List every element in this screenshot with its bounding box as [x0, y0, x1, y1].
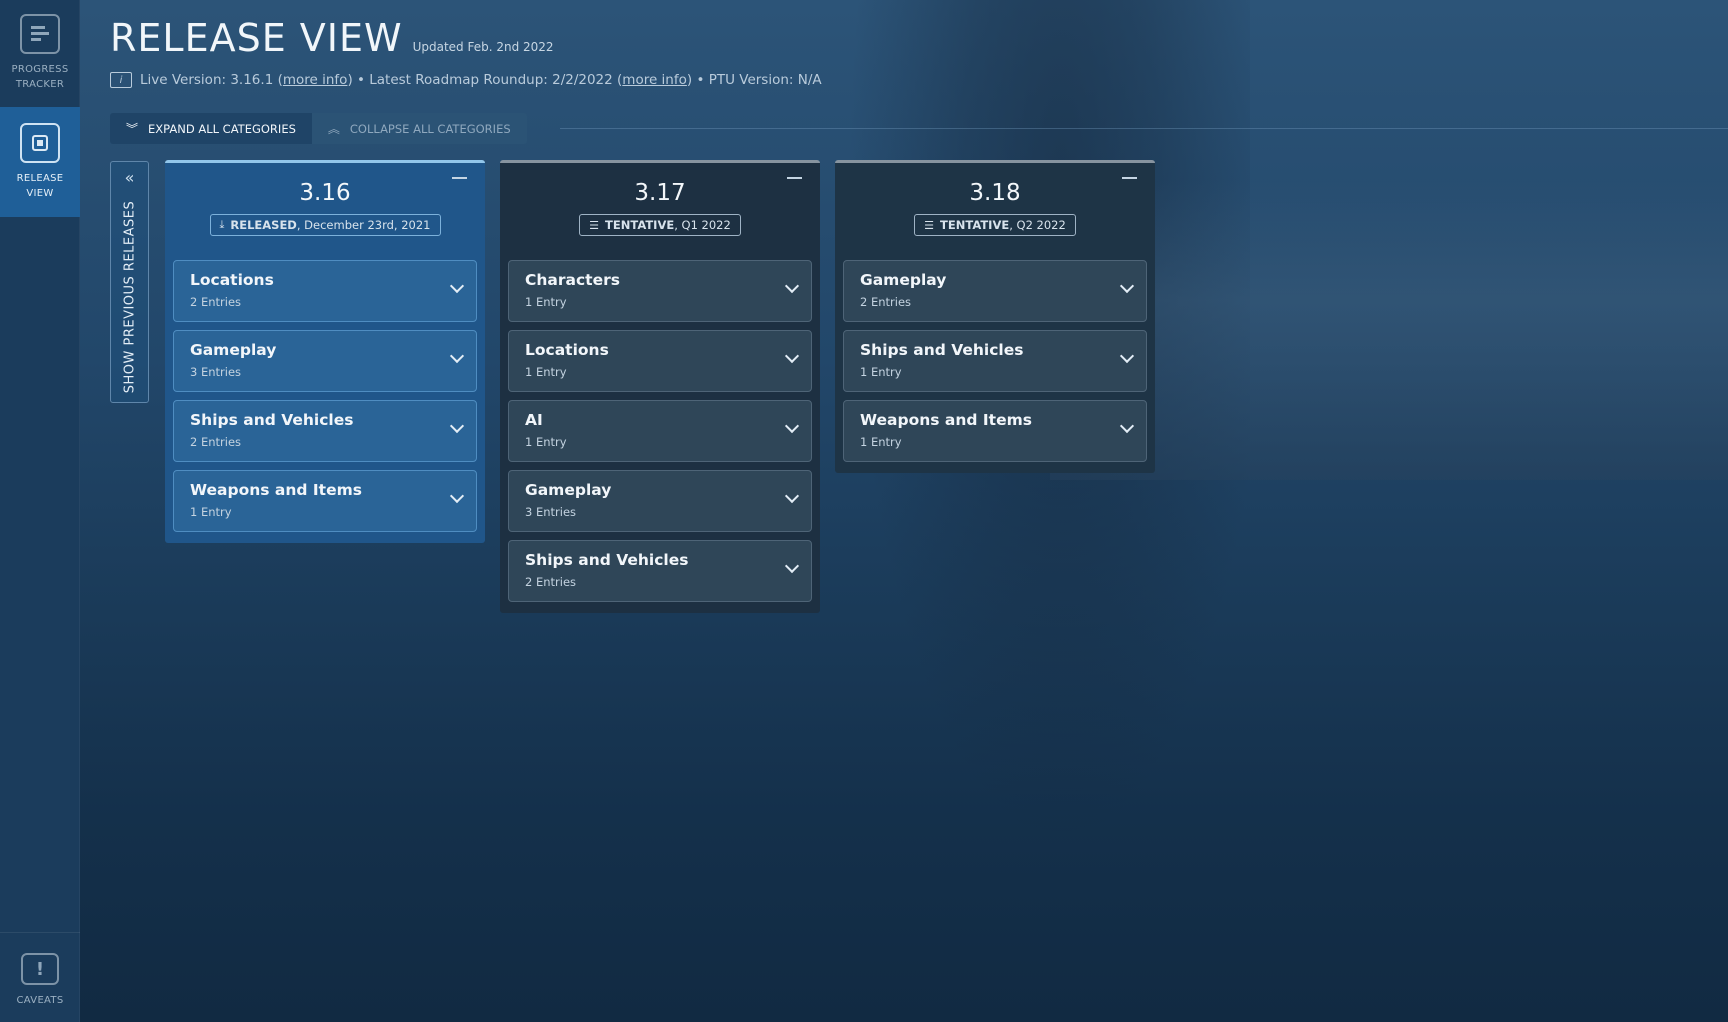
collapse-all-button[interactable]: ︽ COLLAPSE ALL CATEGORIES — [311, 113, 527, 144]
category-card[interactable]: Gameplay 2 Entries — [843, 260, 1147, 322]
expand-all-button[interactable]: ︾ EXPAND ALL CATEGORIES — [110, 113, 312, 144]
release-header: 3.16 ⤓ RELEASED , December 23rd, 2021 — [173, 163, 477, 260]
status-badge: ☰ TENTATIVE , Q2 2022 — [914, 214, 1076, 236]
category-card[interactable]: Ships and Vehicles 2 Entries — [508, 540, 812, 602]
more-info-link-roundup[interactable]: more info — [622, 72, 687, 88]
collapse-all-label: COLLAPSE ALL CATEGORIES — [349, 121, 511, 136]
category-count: 3 Entries — [525, 505, 577, 519]
sidebar-label-caveats: CAVEATS — [16, 995, 64, 1006]
release-header: 3.17 ☰ TENTATIVE , Q1 2022 — [508, 163, 812, 260]
category-count: 1 Entry — [525, 365, 567, 379]
release-version: 3.16 — [299, 180, 351, 206]
more-info-link-live[interactable]: more info — [283, 72, 348, 88]
updated-date: Updated Feb. 2nd 2022 — [412, 40, 554, 54]
collapse-column-icon[interactable] — [787, 177, 802, 179]
page-title: RELEASE VIEW — [110, 16, 403, 60]
category-count: 1 Entry — [525, 295, 567, 309]
status-badge: ☰ TENTATIVE , Q1 2022 — [579, 214, 741, 236]
category-card[interactable]: Gameplay 3 Entries — [508, 470, 812, 532]
category-count: 2 Entries — [860, 295, 912, 309]
release-header: 3.18 ☰ TENTATIVE , Q2 2022 — [843, 163, 1147, 260]
release-column-3-17: 3.17 ☰ TENTATIVE , Q1 2022 Characters 1 … — [500, 160, 820, 613]
show-previous-releases-button[interactable]: « SHOW PREVIOUS RELEASES — [110, 161, 149, 403]
category-name: Ships and Vehicles — [860, 341, 1024, 359]
list-icon: ☰ — [589, 218, 600, 232]
status-label: TENTATIVE — [605, 218, 675, 232]
roadmap-roundup-text: ) • Latest Roadmap Roundup: 2/2/2022 ( — [347, 72, 623, 88]
collapse-column-icon[interactable] — [452, 177, 467, 179]
category-name: Characters — [525, 271, 620, 289]
chevron-double-up-icon: ︽ — [327, 122, 340, 136]
sidebar-label-progress-tracker: PROGRESS TRACKER — [11, 64, 69, 90]
release-column-3-16: 3.16 ⤓ RELEASED , December 23rd, 2021 Lo… — [165, 160, 485, 543]
release-date: , Q2 2022 — [1009, 218, 1066, 232]
category-name: Ships and Vehicles — [190, 411, 354, 429]
category-card[interactable]: AI 1 Entry — [508, 400, 812, 462]
category-card[interactable]: Locations 1 Entry — [508, 330, 812, 392]
show-previous-label: SHOW PREVIOUS RELEASES — [122, 200, 137, 394]
category-name: Weapons and Items — [860, 411, 1032, 429]
sidebar: PROGRESS TRACKER RELEASE VIEW ! CAVEATS — [0, 0, 80, 1022]
category-count: 1 Entry — [525, 435, 567, 449]
header-divider — [560, 128, 1728, 129]
category-name: Gameplay — [525, 481, 612, 499]
category-count: 1 Entry — [860, 435, 902, 449]
category-card[interactable]: Weapons and Items 1 Entry — [843, 400, 1147, 462]
collapse-column-icon[interactable] — [1122, 177, 1137, 179]
release-column-3-18: 3.18 ☰ TENTATIVE , Q2 2022 Gameplay 2 En… — [835, 160, 1155, 473]
category-name: Locations — [525, 341, 609, 359]
category-count: 1 Entry — [190, 505, 232, 519]
status-label: TENTATIVE — [940, 218, 1010, 232]
progress-tracker-icon — [20, 14, 60, 54]
release-date: , December 23rd, 2021 — [296, 218, 431, 232]
expand-collapse-toggle: ︾ EXPAND ALL CATEGORIES ︽ COLLAPSE ALL C… — [110, 113, 527, 144]
sidebar-item-caveats[interactable]: ! CAVEATS — [0, 932, 80, 1022]
release-version: 3.18 — [969, 180, 1021, 206]
category-name: Ships and Vehicles — [525, 551, 689, 569]
sidebar-label-release-view: RELEASE VIEW — [16, 173, 64, 199]
category-name: AI — [525, 411, 543, 429]
list-icon: ☰ — [924, 218, 935, 232]
category-count: 2 Entries — [190, 295, 242, 309]
release-date: , Q1 2022 — [674, 218, 731, 232]
page-header: RELEASE VIEW Updated Feb. 2nd 2022 — [110, 16, 554, 60]
category-name: Locations — [190, 271, 274, 289]
version-info: i Live Version: 3.16.1 ( more info ) • L… — [110, 72, 822, 88]
info-icon: i — [110, 72, 132, 88]
category-name: Gameplay — [190, 341, 277, 359]
category-card[interactable]: Gameplay 3 Entries — [173, 330, 477, 392]
status-badge: ⤓ RELEASED , December 23rd, 2021 — [209, 214, 441, 236]
chevron-double-left-icon: « — [124, 168, 135, 187]
category-card[interactable]: Ships and Vehicles 1 Entry — [843, 330, 1147, 392]
release-view-icon — [20, 123, 60, 163]
sidebar-item-release-view[interactable]: RELEASE VIEW — [0, 107, 80, 217]
chevron-double-down-icon: ︾ — [126, 122, 139, 136]
category-count: 3 Entries — [190, 365, 242, 379]
caveats-icon: ! — [21, 953, 59, 985]
category-card[interactable]: Weapons and Items 1 Entry — [173, 470, 477, 532]
category-count: 2 Entries — [525, 575, 577, 589]
category-name: Gameplay — [860, 271, 947, 289]
category-card[interactable]: Ships and Vehicles 2 Entries — [173, 400, 477, 462]
sidebar-item-progress-tracker[interactable]: PROGRESS TRACKER — [0, 0, 80, 100]
expand-all-label: EXPAND ALL CATEGORIES — [148, 121, 296, 136]
release-version: 3.17 — [634, 180, 686, 206]
category-name: Weapons and Items — [190, 481, 362, 499]
live-version-text: Live Version: 3.16.1 ( — [140, 72, 283, 88]
category-card[interactable]: Locations 2 Entries — [173, 260, 477, 322]
ptu-version-text: ) • PTU Version: N/A — [686, 72, 822, 88]
category-count: 1 Entry — [860, 365, 902, 379]
status-label: RELEASED — [230, 218, 297, 232]
category-count: 2 Entries — [190, 435, 242, 449]
category-card[interactable]: Characters 1 Entry — [508, 260, 812, 322]
download-icon: ⤓ — [219, 218, 225, 231]
